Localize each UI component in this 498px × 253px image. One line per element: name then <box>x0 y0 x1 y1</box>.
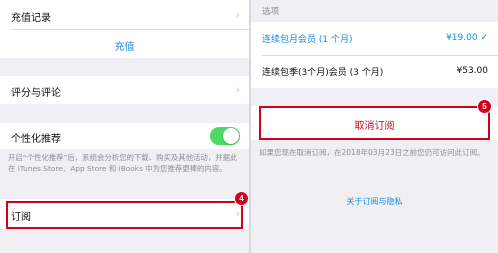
step-badge: 4 <box>234 191 249 206</box>
personalized-label: 个性化推荐 <box>11 134 61 145</box>
recharge-link[interactable]: 充值 <box>0 38 249 53</box>
toggle-knob <box>223 128 239 144</box>
recharge-group: 充值记录 › 充值 <box>0 0 249 58</box>
cancel-note: 如果您现在取消订阅，在2018年03月23日之前您仍可访问此订阅。 <box>259 148 485 157</box>
step-badge: 5 <box>477 99 492 114</box>
checkmark-icon: ✓ <box>480 33 488 43</box>
divider <box>11 29 249 30</box>
chevron-right-icon: › <box>235 83 240 96</box>
plan-quarterly-label: 连续包季(3个月)会员 (3 个月) <box>262 68 384 78</box>
account-settings-panel: 充值记录 › 充值 评分与评论 › 个性化推荐 开启“个性化推荐”后，系统会分析… <box>0 0 249 253</box>
personalized-description: 开启“个性化推荐”后，系统会分析您的下载、购买及其他活动，并据此在 iTunes… <box>8 153 238 173</box>
plan-quarterly-row[interactable]: 连续包季(3个月)会员 (3 个月) ¥53.00 <box>251 55 498 88</box>
plan-monthly-price-value: ¥19.00 <box>446 33 478 43</box>
about-subscriptions-privacy-link[interactable]: 关于订阅与隐私 <box>251 196 498 207</box>
plan-monthly-price: ¥19.00 ✓ <box>446 33 488 43</box>
recharge-record-row[interactable]: 充值记录 › <box>0 0 249 29</box>
ratings-reviews-label: 评分与评论 <box>11 88 61 99</box>
personalized-row: 个性化推荐 <box>0 123 249 149</box>
personalized-toggle[interactable] <box>210 127 240 145</box>
subscription-detail-panel: 选项 连续包月会员 (1 个月) ¥19.00 ✓ 连续包季(3个月)会员 (3… <box>251 0 498 253</box>
plan-options: 连续包月会员 (1 个月) ¥19.00 ✓ 连续包季(3个月)会员 (3 个月… <box>251 22 498 88</box>
ratings-reviews-row[interactable]: 评分与评论 › <box>0 76 249 104</box>
subscriptions-highlight <box>6 201 243 229</box>
recharge-record-label: 充值记录 <box>11 13 51 24</box>
plan-monthly-row[interactable]: 连续包月会员 (1 个月) ¥19.00 ✓ <box>251 22 498 55</box>
cancel-highlight <box>259 106 490 140</box>
plan-monthly-label: 连续包月会员 (1 个月) <box>262 35 353 45</box>
plan-quarterly-price: ¥53.00 <box>456 66 489 76</box>
chevron-right-icon: › <box>235 8 240 21</box>
options-header: 选项 <box>262 7 280 17</box>
